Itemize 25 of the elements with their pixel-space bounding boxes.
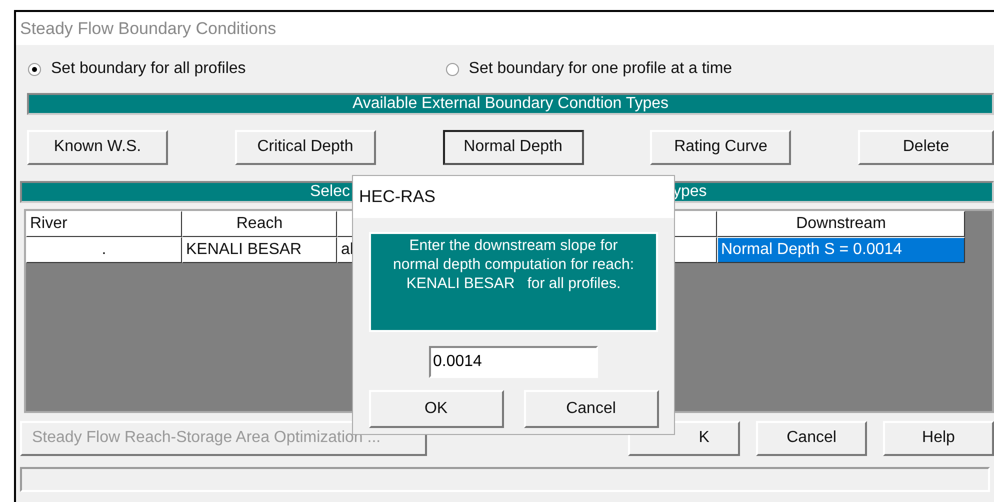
dialog-button[interactable]: OK — [368, 390, 504, 428]
boundary-type-button[interactable]: Delete — [858, 130, 994, 164]
radio-label[interactable]: Set boundary for one profile at a time — [468, 60, 732, 78]
radio-button[interactable] — [28, 62, 41, 76]
dialog-button[interactable]: Cancel — [524, 390, 658, 428]
radio-label[interactable]: Set boundary for all profiles — [51, 60, 246, 78]
footer-button[interactable]: Help — [883, 420, 994, 456]
window-title: Steady Flow Boundary Conditions — [16, 12, 994, 45]
boundary-type-button[interactable]: Rating Curve — [650, 130, 792, 164]
boundary-type-button[interactable]: Critical Depth — [234, 130, 376, 164]
column-header: Reach — [182, 211, 337, 237]
boundary-type-button[interactable]: Normal Depth — [442, 130, 584, 164]
section-header: Available External Boundary Condtion Types — [27, 93, 994, 115]
table-cell: Normal Depth S = 0.0014 — [717, 237, 965, 263]
radio-button[interactable] — [446, 62, 459, 76]
dialog-message: Enter the downstream slope for normal depth computation for reach: KENALI BESAR for all profiles. — [369, 232, 658, 332]
section-header-text: Selec — [308, 183, 350, 201]
footer-button[interactable]: Cancel — [756, 420, 868, 456]
column-header: Downstream — [717, 211, 965, 237]
boundary-type-button[interactable]: Known W.S. — [27, 130, 168, 164]
dialog-title: HEC-RAS — [353, 176, 674, 218]
slope-input[interactable]: 0.0014 — [429, 346, 598, 378]
table-cell: . — [26, 237, 182, 263]
table-cell: KENALI BESAR — [182, 237, 337, 263]
column-header: River — [26, 211, 182, 237]
